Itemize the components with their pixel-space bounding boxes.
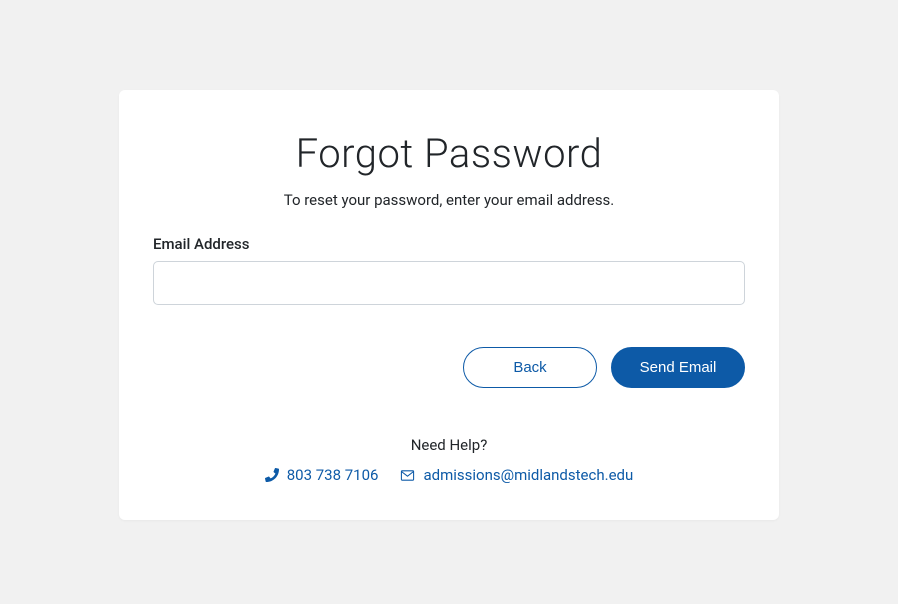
help-phone-link[interactable]: 803 738 7106 <box>265 466 379 484</box>
send-email-button[interactable]: Send Email <box>611 347 745 388</box>
help-email-link[interactable]: admissions@midlandstech.edu <box>400 466 633 484</box>
button-row: Back Send Email <box>153 347 745 388</box>
page-subtitle: To reset your password, enter your email… <box>153 191 745 209</box>
help-phone-text: 803 738 7106 <box>287 466 379 484</box>
email-label: Email Address <box>153 235 745 253</box>
back-button[interactable]: Back <box>463 347 597 388</box>
page-title: Forgot Password <box>153 130 745 177</box>
help-links: 803 738 7106 admissions@midlandstech.edu <box>153 466 745 484</box>
help-email-text: admissions@midlandstech.edu <box>423 466 633 484</box>
help-section: Need Help? 803 738 7106 admissions@midla… <box>153 436 745 484</box>
envelope-icon <box>400 468 415 483</box>
forgot-password-card: Forgot Password To reset your password, … <box>119 90 779 520</box>
phone-icon <box>265 468 279 482</box>
email-field[interactable] <box>153 261 745 305</box>
help-title: Need Help? <box>153 436 745 454</box>
